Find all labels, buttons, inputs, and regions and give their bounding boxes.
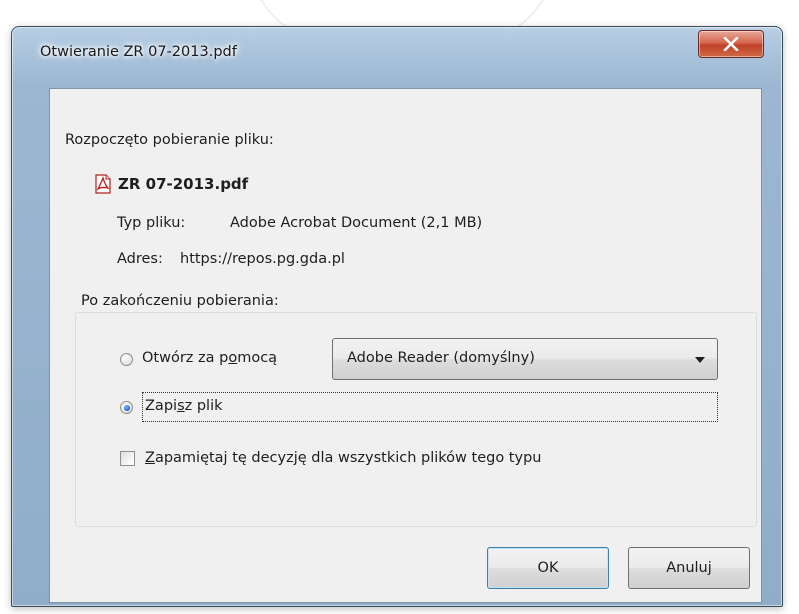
close-x-icon <box>723 37 739 51</box>
file-name: ZR 07-2013.pdf <box>118 175 249 193</box>
pdf-file-icon <box>95 174 111 194</box>
remember-decision-checkbox[interactable] <box>120 451 135 466</box>
dialog-content: Rozpoczęto pobieranie pliku: ZR 07-2013.… <box>49 88 762 603</box>
remember-decision-label[interactable]: Zapamiętaj tę decyzję dla wszystkich pli… <box>145 450 541 466</box>
application-select-value: Adobe Reader (domyślny) <box>347 350 535 366</box>
focus-rectangle <box>142 392 718 422</box>
address-label: Adres: <box>117 251 163 267</box>
download-dialog: Otwieranie ZR 07-2013.pdf Rozpoczęto pob… <box>11 26 783 607</box>
cancel-button[interactable]: Anuluj <box>628 547 750 589</box>
save-file-label[interactable]: Zapisz plik <box>145 398 223 414</box>
after-download-group-label: Po zakończeniu pobierania: <box>77 293 283 309</box>
open-with-radio[interactable] <box>120 353 133 366</box>
save-file-label-start: Zapi <box>145 398 178 414</box>
open-with-label-start: Otwórz za p <box>142 350 229 366</box>
dialog-title: Otwieranie ZR 07-2013.pdf <box>40 44 237 60</box>
open-with-label-accel: o <box>228 350 238 366</box>
save-file-label-accel: s <box>177 398 185 414</box>
file-type-value: Adobe Acrobat Document (2,1 MB) <box>230 215 483 231</box>
application-select[interactable]: Adobe Reader (domyślny) <box>332 338 718 380</box>
download-started-text: Rozpoczęto pobieranie pliku: <box>65 132 274 148</box>
remember-label-accel: Z <box>145 450 155 466</box>
close-button[interactable] <box>698 30 764 58</box>
open-with-label[interactable]: Otwórz za pomocą <box>142 350 277 366</box>
ok-button[interactable]: OK <box>487 547 609 589</box>
save-file-radio[interactable] <box>120 401 133 414</box>
dropdown-arrow-icon <box>695 357 705 363</box>
remember-label-end: apamiętaj tę decyzję dla wszystkich plik… <box>154 450 542 466</box>
address-value: https://repos.pg.gda.pl <box>180 251 345 267</box>
file-type-label: Typ pliku: <box>117 215 186 231</box>
save-file-label-end: z plik <box>184 398 223 414</box>
title-bar[interactable]: Otwieranie ZR 07-2013.pdf <box>12 27 782 73</box>
open-with-label-end: mocą <box>237 350 278 366</box>
